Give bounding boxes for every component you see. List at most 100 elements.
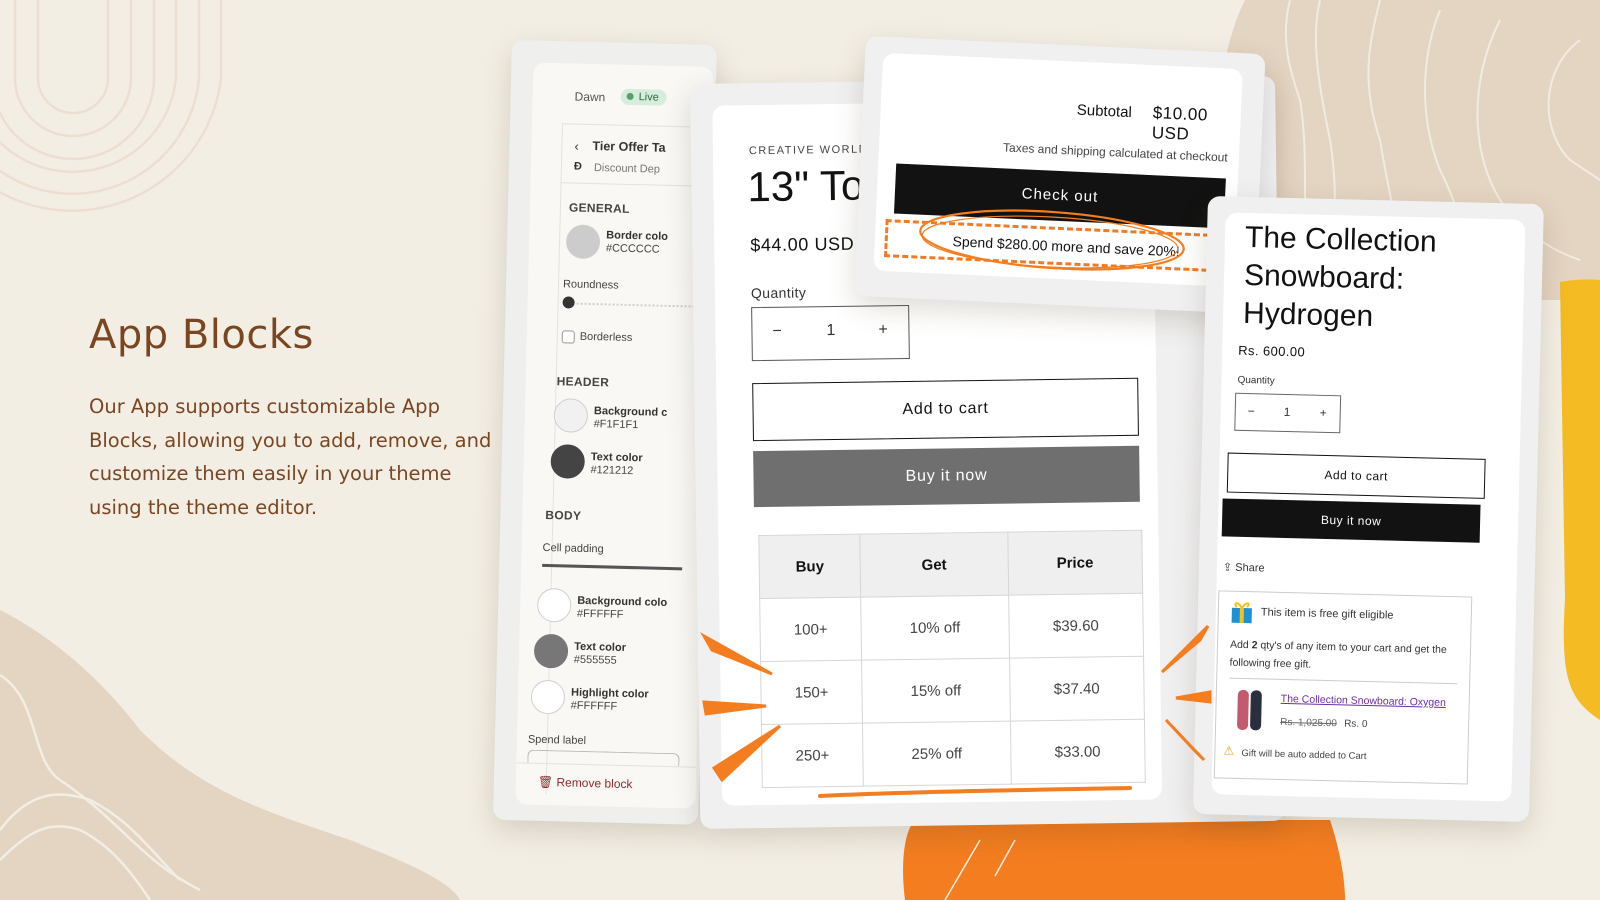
header-text-color-label: Text color (590, 451, 643, 465)
remove-block-label: Remove block (556, 775, 633, 792)
product-vendor: CREATIVE WORLD (748, 143, 869, 158)
block-title: Tier Offer Ta (592, 138, 666, 155)
table-row: 150+ 15% off $37.40 (760, 656, 1145, 725)
product-price: $44.00 USD (750, 233, 855, 256)
header-background-label: Background c (593, 405, 668, 419)
cell-price: $37.40 (1009, 656, 1145, 722)
borderless-label: Borderless (579, 330, 633, 345)
section-body: BODY (545, 507, 582, 523)
gift-quantity-increase-button[interactable]: + (1320, 406, 1327, 420)
status-badge-label: Live (638, 91, 659, 104)
warning-icon: ⚠ (1223, 743, 1235, 758)
body-text-color-swatch[interactable] (533, 633, 569, 669)
cell-price: $33.00 (1009, 719, 1146, 785)
free-gift-box: This item is free gift eligible Add 2 qt… (1213, 590, 1473, 785)
tan-blob-bottom-left (0, 610, 460, 900)
border-color-value: #CCCCCC (605, 242, 660, 256)
cell-padding-slider[interactable] (542, 563, 683, 571)
trash-icon: 🗑 (537, 774, 554, 790)
share-icon: ⇪ (1222, 561, 1233, 574)
header-price: Price (1007, 530, 1143, 596)
orange-blob-bottom (903, 820, 1345, 900)
body-background-label: Background colo (577, 594, 668, 609)
cell-buy: 150+ (760, 660, 863, 725)
yellow-blob-right (1560, 279, 1600, 720)
roundness-slider-track[interactable] (568, 302, 699, 310)
quantity-decrease-button[interactable]: − (772, 323, 782, 341)
cell-get: 15% off (861, 658, 1010, 724)
roundness-label: Roundness (562, 278, 619, 292)
gift-divider (1229, 677, 1458, 685)
header-background-value: #F1F1F1 (593, 418, 639, 432)
block-settings: ‹ Tier Offer Ta Ð Discount Dep GENERAL B… (527, 123, 714, 798)
subtotal-label: Subtotal (1076, 101, 1133, 122)
subtotal-value: $10.00 USD (1151, 103, 1209, 144)
quantity-stepper[interactable]: − 1 + (751, 304, 910, 362)
app-name: Discount Dep (593, 162, 661, 176)
gift-new-price: Rs. 0 (1344, 718, 1368, 731)
hero-title: App Blocks (89, 312, 314, 358)
gift-quantity-decrease-button[interactable]: − (1248, 404, 1255, 418)
gift-product-price: Rs. 600.00 (1238, 342, 1306, 360)
back-chevron-icon[interactable]: ‹ (574, 139, 579, 154)
gift-icon (1231, 602, 1252, 624)
theme-editor-panel: Dawn Live ‹ Tier Offer Ta Ð Discount Dep… (492, 40, 717, 825)
gift-old-price: Rs. 1,025.00 (1280, 716, 1337, 730)
gift-desc-suffix: qty's of any item to your cart and get t… (1229, 639, 1447, 671)
add-to-cart-button[interactable]: Add to cart (752, 377, 1139, 442)
section-header: HEADER (556, 374, 610, 390)
body-text-color-label: Text color (574, 640, 627, 654)
gift-quantity-value[interactable]: 1 (1284, 405, 1291, 419)
gift-quantity-label: Quantity (1237, 374, 1275, 387)
header-background-swatch[interactable] (553, 398, 589, 433)
buy-it-now-button[interactable]: Buy it now (753, 445, 1140, 508)
gift-eligible-text: This item is free gift eligible (1260, 606, 1394, 622)
cell-get: 10% off (860, 595, 1010, 661)
gift-product-title: The Collection Snowboard: Hydrogen (1242, 220, 1438, 334)
body-background-swatch[interactable] (536, 587, 572, 623)
gift-description: Add 2 qty's of any item to your cart and… (1229, 636, 1462, 678)
cell-get: 25% off (862, 721, 1011, 787)
table-row: 100+ 10% off $39.60 (759, 593, 1144, 662)
highlight-color-swatch[interactable] (530, 679, 566, 715)
highlight-color-value: #FFFFFF (570, 699, 618, 713)
checkout-button[interactable]: Check out (893, 163, 1226, 229)
cell-padding-label: Cell padding (542, 541, 604, 556)
product-title: 13" To (747, 161, 865, 211)
status-badge: Live (620, 88, 668, 106)
gift-buy-it-now-button[interactable]: Buy it now (1221, 498, 1481, 543)
gift-auto-add-note: Gift will be auto added to Cart (1241, 747, 1367, 763)
quantity-label: Quantity (750, 284, 807, 302)
theme-editor-content: Dawn Live ‹ Tier Offer Ta Ð Discount Dep… (515, 62, 714, 809)
app-logo-icon: Ð (573, 160, 583, 173)
table-row: 250+ 25% off $33.00 (761, 719, 1146, 788)
cart-summary: Subtotal $10.00 USD Taxes and shipping c… (873, 52, 1243, 287)
tier-offer-table: Buy Get Price 100+ 10% off $39.60 150+ 1… (758, 530, 1146, 788)
share-label: Share (1235, 561, 1265, 575)
quantity-increase-button[interactable]: + (878, 321, 888, 339)
status-dot-icon (626, 92, 634, 100)
body-text-color-value: #555555 (573, 653, 617, 667)
gift-product-card: The Collection Snowboard: Hydrogen Rs. 6… (1192, 196, 1544, 823)
cell-buy: 100+ (759, 597, 862, 662)
quantity-value[interactable]: 1 (826, 322, 835, 340)
gift-product-page: The Collection Snowboard: Hydrogen Rs. 6… (1211, 212, 1526, 802)
header-buy: Buy (758, 534, 861, 599)
share-button[interactable]: ⇪ Share (1223, 560, 1265, 574)
header-get: Get (859, 532, 1009, 598)
gift-add-to-cart-button[interactable]: Add to cart (1226, 452, 1486, 499)
arch-lines (0, 0, 223, 212)
gift-quantity-stepper[interactable]: − 1 + (1234, 392, 1342, 434)
border-color-swatch[interactable] (565, 224, 601, 260)
borderless-checkbox[interactable] (561, 330, 575, 344)
gift-product-link[interactable]: The Collection Snowboard: Oxygen (1281, 693, 1446, 709)
cart-summary-card: Subtotal $10.00 USD Taxes and shipping c… (854, 36, 1266, 314)
header-text-color-value: #121212 (590, 464, 634, 478)
header-text-color-swatch[interactable] (550, 444, 586, 479)
remove-block-button[interactable]: 🗑 Remove block (538, 775, 633, 791)
cell-price: $39.60 (1008, 593, 1144, 659)
highlight-color-label: Highlight color (570, 686, 649, 701)
table-header-row: Buy Get Price (758, 530, 1143, 599)
cell-buy: 250+ (761, 723, 864, 788)
roundness-slider-handle[interactable] (562, 296, 575, 309)
